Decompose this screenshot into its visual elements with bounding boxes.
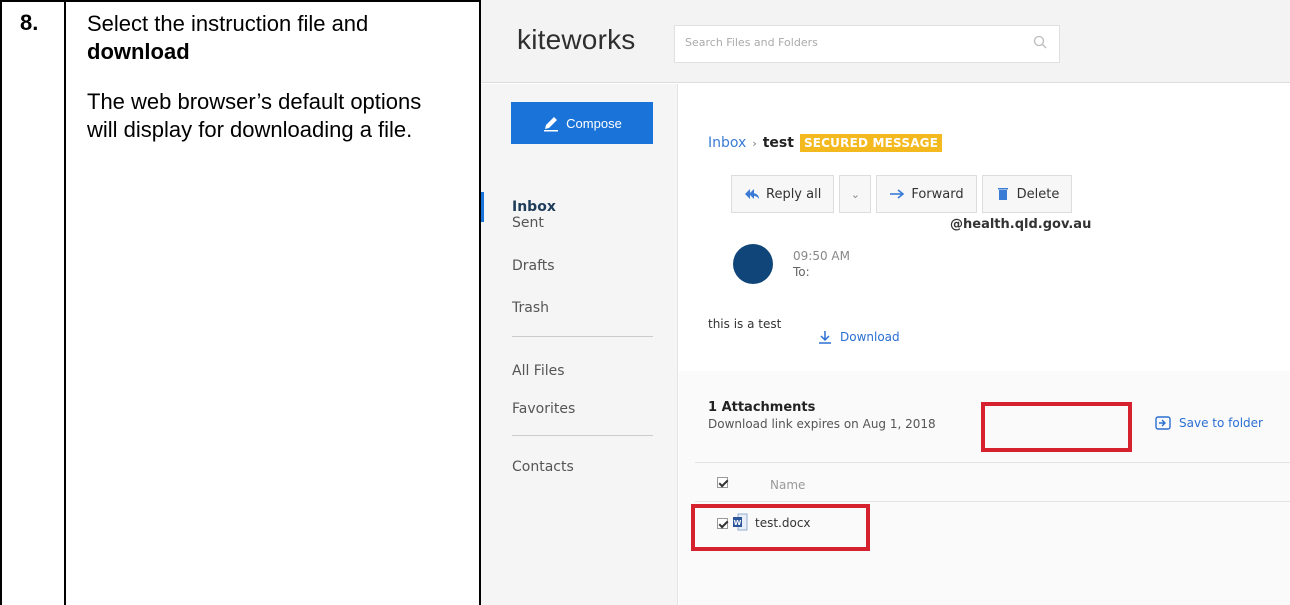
search-icon[interactable] [1033, 35, 1047, 49]
forward-button[interactable]: Forward [876, 175, 977, 213]
sidebar-divider [512, 336, 653, 337]
save-to-folder-button[interactable]: Save to folder [1155, 416, 1263, 430]
sidebar-item-sent[interactable]: Sent [481, 215, 678, 231]
table-divider [695, 462, 1290, 463]
message-toolbar: Reply all ⌄ Forward Delete [731, 175, 1073, 213]
sidebar-divider [512, 435, 653, 436]
message-body: this is a test [708, 317, 782, 331]
table-divider-1 [64, 0, 66, 605]
instruction-heading: Select the instruction file and download [87, 10, 457, 66]
instruction-bold: download [87, 39, 190, 64]
top-bar: kiteworks [481, 0, 1290, 83]
download-button[interactable]: Download [818, 330, 900, 344]
delete-label: Delete [1016, 186, 1060, 202]
download-icon [819, 331, 831, 344]
sidebar-item-favorites[interactable]: Favorites [481, 401, 678, 417]
instruction-text: Select the instruction file and [87, 11, 369, 36]
secured-message-badge: SECURED MESSAGE [799, 134, 943, 152]
trash-icon [997, 188, 1008, 200]
kiteworks-logo: kiteworks [517, 24, 636, 55]
table-left-border [0, 0, 2, 605]
attachment-count: 1 Attachments [708, 400, 816, 415]
avatar [733, 244, 773, 284]
recipient-label: To: [793, 265, 810, 279]
breadcrumb-inbox-link[interactable]: Inbox [708, 135, 746, 151]
save-to-folder-icon [1155, 416, 1171, 430]
reply-all-icon [745, 189, 759, 199]
save-to-folder-label: Save to folder [1179, 416, 1263, 430]
chevron-down-icon: ⌄ [850, 187, 860, 201]
compose-label: Compose [566, 115, 622, 131]
download-expiry-text: Download link expires on Aug 1, 2018 [708, 417, 936, 431]
reply-all-label: Reply all [766, 186, 822, 202]
column-header-name: Name [770, 478, 806, 492]
download-label: Download [840, 330, 900, 344]
search-box[interactable] [674, 25, 1060, 63]
download-highlight-box [981, 402, 1132, 452]
sidebar-item-trash[interactable]: Trash [481, 300, 678, 316]
message-time: 09:50 AM [793, 249, 850, 263]
instruction-description: The web browser’s default options will d… [87, 89, 422, 142]
forward-label: Forward [911, 186, 964, 202]
message-subject: test [762, 135, 794, 151]
pencil-icon [544, 117, 559, 132]
sidebar-item-all-files[interactable]: All Files [481, 363, 678, 379]
select-all-checkbox[interactable] [717, 477, 728, 488]
instruction-cell: Select the instruction file and download… [87, 10, 457, 166]
compose-button[interactable]: Compose [511, 102, 653, 144]
reply-all-button[interactable]: Reply all [731, 175, 835, 213]
app-screenshot: kiteworks Compose Inbox Sent Drafts Tras… [481, 0, 1290, 605]
reply-options-dropdown[interactable]: ⌄ [839, 175, 872, 213]
sidebar: Compose Inbox Sent Drafts Trash All File… [481, 84, 678, 605]
delete-button[interactable]: Delete [981, 175, 1073, 213]
table-divider [695, 501, 1290, 502]
sender-email: @health.qld.gov.au [950, 217, 1092, 232]
breadcrumb: Inbox › test SECURED MESSAGE [708, 134, 943, 152]
search-input[interactable] [685, 36, 1015, 49]
file-highlight-box [691, 504, 870, 551]
sidebar-item-contacts[interactable]: Contacts [481, 459, 678, 475]
step-number: 8. [20, 10, 39, 35]
sidebar-item-drafts[interactable]: Drafts [481, 258, 678, 274]
forward-arrow-icon [890, 189, 905, 199]
breadcrumb-separator: › [752, 136, 757, 150]
